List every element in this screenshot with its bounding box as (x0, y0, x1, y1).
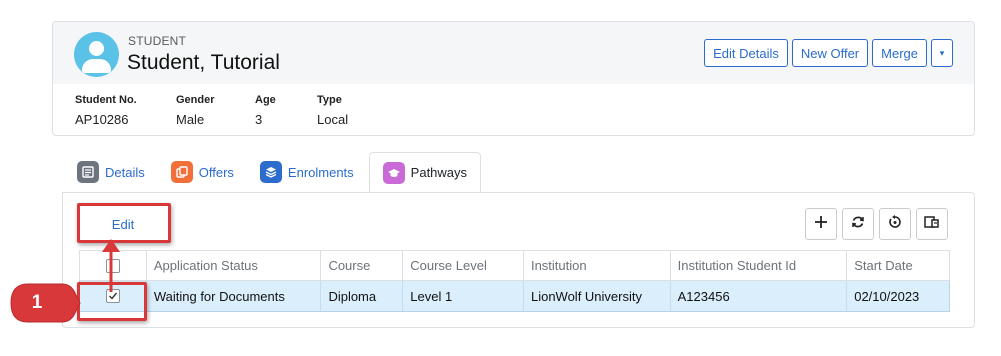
tab-offers[interactable]: Offers (158, 152, 247, 192)
more-actions-dropdown[interactable]: ▾ (931, 39, 953, 67)
columns-icon (924, 215, 940, 234)
arrow-up-icon (102, 239, 120, 292)
tab-enrolments[interactable]: Enrolments (247, 152, 367, 192)
columns-button[interactable] (916, 208, 948, 240)
pathways-panel: Edit Application Status Course Course Le… (62, 192, 975, 328)
tab-label: Offers (198, 164, 234, 180)
edit-highlight-box (77, 203, 171, 243)
cell-course-level: Level 1 (403, 281, 524, 311)
column-header[interactable]: Application Status (147, 251, 322, 280)
column-header[interactable]: Institution (524, 251, 671, 280)
field-student-no: Student No. AP10286 (75, 94, 137, 127)
field-age: Age 3 (255, 94, 276, 127)
refresh-icon (851, 215, 865, 234)
field-label: Type (317, 94, 342, 106)
cell-start-date: 02/10/2023 (854, 288, 920, 304)
field-value: AP10286 (75, 112, 129, 127)
field-value: Local (317, 112, 349, 127)
field-gender: Gender Male (176, 94, 215, 127)
tab-label: Pathways (410, 165, 468, 180)
field-value: 3 (255, 112, 263, 127)
cell-course: Diploma (321, 281, 404, 311)
field-type: Type Local (317, 94, 348, 127)
column-header[interactable]: Institution Student Id (671, 251, 848, 280)
table-row[interactable]: Waiting for Documents Diploma Level 1 Li… (79, 281, 950, 312)
field-value: Male (176, 112, 205, 127)
refresh-button[interactable] (842, 208, 874, 240)
edit-details-button[interactable]: Edit Details (704, 39, 788, 67)
tab-details[interactable]: Details (64, 152, 158, 192)
merge-button[interactable]: Merge (872, 39, 927, 67)
student-name: Student, Tutorial (127, 51, 280, 74)
reset-icon (888, 214, 902, 234)
add-button[interactable] (805, 208, 837, 240)
cell-application-status: Waiting for Documents (147, 281, 322, 311)
step-number: 1 (31, 292, 43, 313)
enrolments-icon (259, 161, 282, 183)
field-label: Student No. (75, 94, 137, 106)
header-actions: Edit Details New Offer Merge ▾ (704, 39, 953, 67)
tab-pathways[interactable]: Pathways (368, 152, 482, 193)
column-header[interactable]: Start Date (847, 251, 949, 280)
details-icon (77, 161, 99, 183)
student-card: STUDENT Student, Tutorial Edit Details N… (52, 21, 975, 136)
tab-bar: Details Offers Enrolments Pathways (64, 152, 482, 193)
record-type-label: STUDENT (128, 34, 187, 48)
tab-label: Enrolments (287, 164, 354, 180)
column-header[interactable]: Course (321, 251, 404, 280)
new-offer-button[interactable]: New Offer (791, 39, 869, 67)
reset-button[interactable] (879, 208, 911, 240)
field-label: Age (255, 94, 276, 106)
pathways-icon (382, 161, 405, 184)
add-icon (814, 215, 828, 234)
column-header[interactable]: Course Level (403, 251, 524, 280)
tab-label: Details (105, 164, 145, 180)
cell-institution: LionWolf University (524, 281, 671, 311)
grid-header-row: Application Status Course Course Level I… (79, 250, 950, 281)
field-label: Gender (176, 94, 215, 106)
cell-institution-student-id: A123456 (671, 281, 848, 311)
offers-icon (170, 161, 193, 183)
avatar-icon (74, 32, 119, 77)
